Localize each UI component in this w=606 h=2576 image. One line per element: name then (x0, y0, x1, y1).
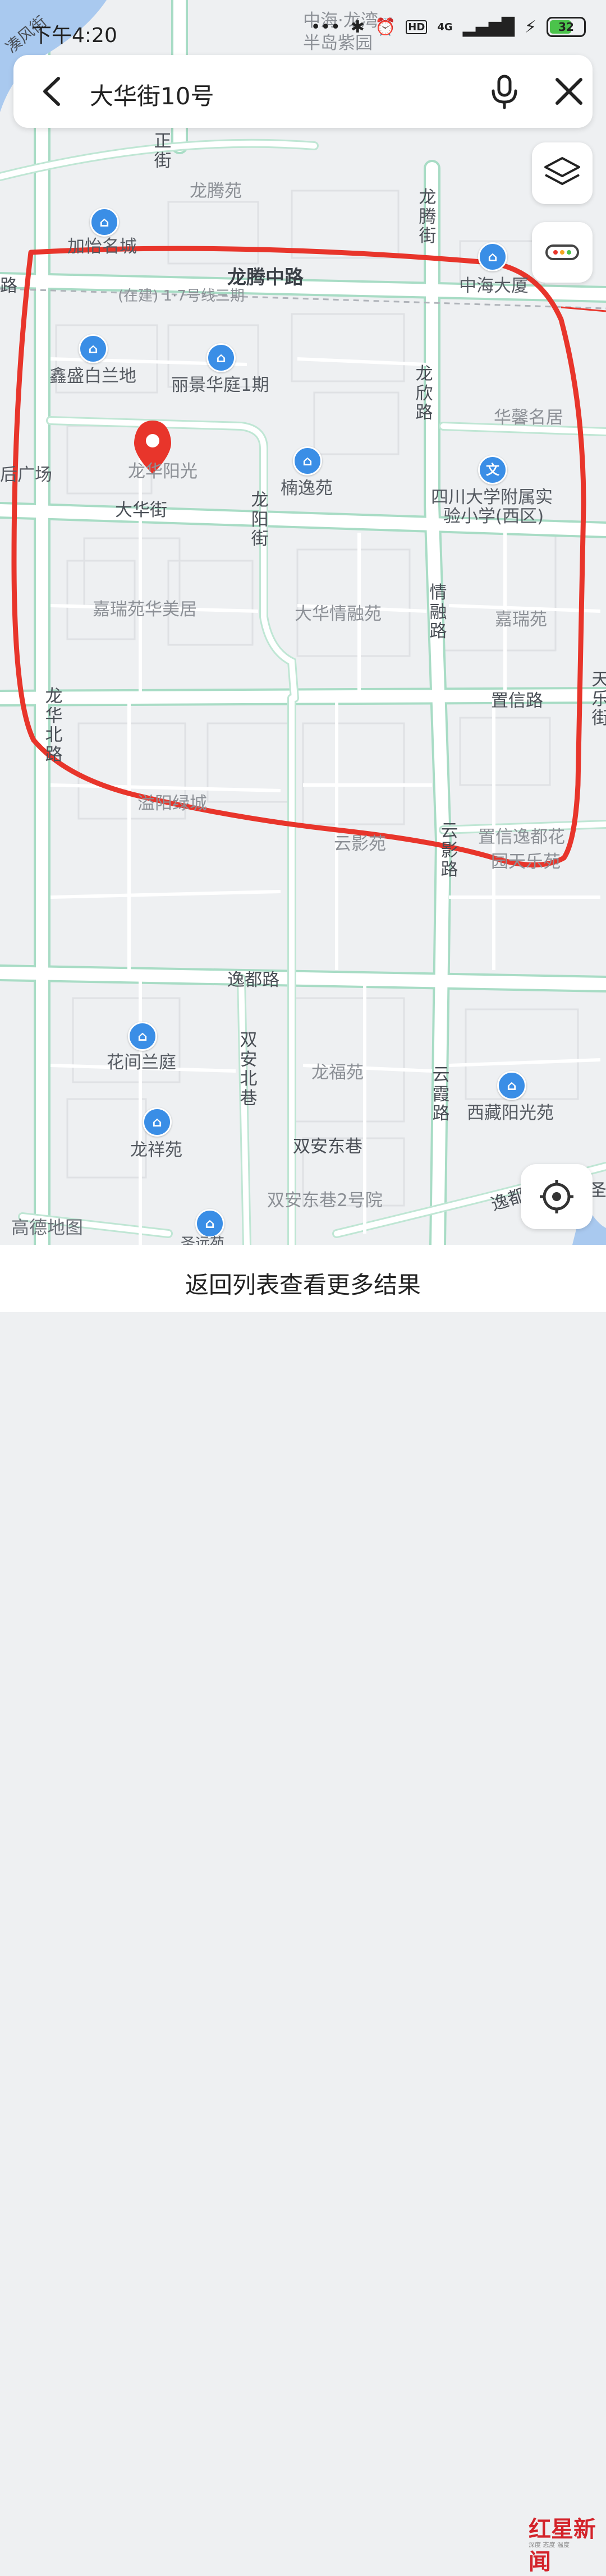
place-dahua-qingrong: 大华情融苑 (295, 604, 382, 624)
search-query[interactable]: 大华街10号 (90, 77, 214, 112)
bottom-bar[interactable]: 返回列表查看更多结果 红星新闻 深度 态度 温度 (0, 1245, 606, 2575)
place-longteng-yuan: 龙腾苑 (190, 181, 242, 201)
place-longxiang: 龙祥苑 (130, 1140, 182, 1160)
hd-icon: HD (406, 20, 428, 34)
place-jiarui: 嘉瑞苑 (495, 610, 547, 630)
status-icons: ••• ✱ ⏰ HD 4G ▂▄▆█ ⚡ 32 (311, 17, 586, 37)
road-label-zhixin: 置信路 (491, 691, 543, 711)
place-lijing: 丽景华庭1期 (171, 375, 269, 395)
place-huaxin: 华馨名居 (494, 408, 563, 428)
layers-button[interactable] (532, 142, 593, 204)
place-school-line2: 验小学(西区) (443, 506, 544, 527)
network-label: 4G (437, 21, 453, 33)
road-label-qingrong: 情融路 (429, 583, 447, 642)
battery-icon: 32 (547, 17, 586, 37)
poi-nanyi[interactable]: ⌂ (293, 446, 322, 476)
place-longhua-yangguang: 龙华阳光 (128, 461, 198, 482)
traffic-button[interactable] (532, 222, 593, 283)
status-time: 下午4:20 (31, 24, 117, 47)
place-school-line1: 四川大学附属实 (431, 487, 553, 507)
road-label-tianle: 天乐街 (591, 670, 606, 729)
place-xinsheng: 鑫盛白兰地 (49, 366, 136, 386)
back-icon[interactable] (34, 72, 71, 111)
status-bar: 下午4:20 ••• ✱ ⏰ HD 4G ▂▄▆█ ⚡ 32 (0, 0, 606, 54)
watermark: 红星新闻 深度 态度 温度 (529, 2511, 596, 2575)
place-plaza: 后广场 (0, 465, 52, 485)
microphone-icon[interactable] (485, 72, 524, 111)
poi-jiayi[interactable]: ⌂ (90, 207, 119, 237)
poi-zhonghai-tower[interactable]: ⌂ (478, 242, 507, 271)
map-canvas[interactable]: 龙腾中路 (在建) 1·7号线三期 龙欣路 龙腾街 大华街 龙阳街 情融路 龙华… (0, 0, 606, 1245)
battery-level: 32 (558, 20, 574, 34)
road-label-shuangan-north: 双安北巷 (240, 1030, 258, 1109)
place-zhonghai-tower: 中海大厦 (459, 276, 529, 296)
bluetooth-icon: ✱ (350, 17, 365, 37)
charging-icon: ⚡ (524, 17, 536, 37)
road-label-dahua: 大华街 (115, 500, 167, 520)
place-xitian: 园天乐苑 (491, 852, 561, 872)
place-huajian: 花间兰庭 (107, 1052, 176, 1073)
road-label-yunxia: 云霞路 (432, 1065, 450, 1124)
place-yiyang: 溢阳绿城 (137, 793, 207, 814)
target-icon (540, 1180, 573, 1213)
metro-note: (在建) 1·7号线三期 (118, 288, 245, 304)
place-zhixin-yidu: 置信逸都花 (478, 827, 565, 847)
poi-xinsheng[interactable]: ⌂ (79, 334, 108, 363)
poi-xizang[interactable]: ⌂ (497, 1071, 526, 1100)
place-jiayi: 加怡名城 (67, 237, 137, 257)
road-label-yidu: 逸都路 (227, 970, 279, 990)
road-label-longxin: 龙欣路 (415, 364, 433, 423)
place-shengyuan: 圣远苑 (181, 1235, 225, 1245)
place-xizang: 西藏阳光苑 (467, 1103, 554, 1123)
road-label-longteng-street: 龙腾街 (419, 187, 437, 247)
poi-shengyuan[interactable]: ⌂ (195, 1209, 224, 1238)
road-label-shuangan-east: 双安东巷 (293, 1137, 362, 1157)
place-jiarui-huamei: 嘉瑞苑华美居 (93, 599, 197, 620)
place-nanyi: 楠逸苑 (281, 478, 333, 498)
poi-school[interactable]: 文 (478, 455, 507, 484)
road-label-zheng: 正街 (154, 131, 172, 171)
poi-longxiang[interactable]: ⌂ (143, 1107, 172, 1137)
poi-huajian[interactable]: ⌂ (128, 1022, 157, 1051)
place-shuangan2: 双安东巷2号院 (267, 1190, 383, 1211)
dots-icon: ••• (310, 17, 341, 37)
poi-lijing[interactable]: ⌂ (206, 343, 236, 372)
locate-me-button[interactable] (521, 1164, 593, 1229)
road-label-longhua-north: 龙华北路 (45, 686, 63, 765)
road-label-yunying: 云影路 (440, 821, 458, 880)
alarm-icon: ⏰ (374, 17, 396, 37)
back-to-list-button[interactable]: 返回列表查看更多结果 (0, 1266, 606, 1300)
road-label-longyang: 龙阳街 (251, 490, 269, 550)
layers-icon (544, 157, 580, 185)
place-yunying-yuan: 云影苑 (334, 834, 386, 854)
watermark-tagline: 深度 态度 温度 (529, 2541, 570, 2549)
place-longfu: 龙福苑 (311, 1063, 364, 1083)
map-brand-logo: 高德地图 (11, 1217, 84, 1238)
road-label-longteng-middle: 龙腾中路 (227, 266, 304, 289)
traffic-icon (545, 244, 579, 260)
search-bar[interactable]: 大华街10号 (13, 55, 593, 128)
road-label-left: 路 (0, 276, 17, 296)
close-icon[interactable] (549, 72, 589, 111)
signal-icon: ▂▄▆█ (462, 17, 515, 37)
